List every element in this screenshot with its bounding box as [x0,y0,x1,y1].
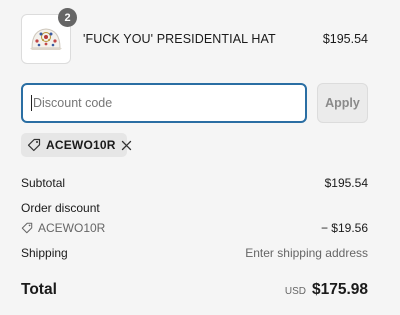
checkout-order-summary: 2 'FUCK YOU' PRESIDENTIAL HAT $195.54 Ap… [0,0,400,315]
quantity-badge: 2 [58,8,77,27]
subtotal-value: $195.54 [324,176,368,190]
text-caret [31,95,32,111]
hat-image [30,28,62,50]
applied-discount-code: ACEWO10R [46,138,116,152]
order-discount-label: Order discount [21,201,100,215]
line-item: 2 'FUCK YOU' PRESIDENTIAL HAT $195.54 [21,8,368,64]
total-amount: $175.98 [311,281,368,298]
total-amount-group: USD $175.98 [285,281,368,299]
total-label: Total [21,281,57,298]
shipping-value: Enter shipping address [245,246,368,260]
applied-discount-chip: ACEWO10R [21,133,131,157]
order-discount-value: − $19.56 [320,221,368,235]
product-price: $195.54 [322,32,368,46]
total-currency: USD [284,286,306,297]
tag-icon [27,138,41,152]
apply-button[interactable]: Apply [317,83,368,123]
shipping-label: Shipping [21,246,68,260]
tag-icon [21,222,33,234]
close-icon[interactable] [121,140,132,151]
order-discount-code-line: ACEWO10R [21,221,105,235]
order-discount-code: ACEWO10R [38,221,106,235]
subtotal-label: Subtotal [21,176,66,190]
product-name: 'FUCK YOU' PRESIDENTIAL HAT [83,32,276,46]
discount-code-input[interactable] [21,83,307,123]
